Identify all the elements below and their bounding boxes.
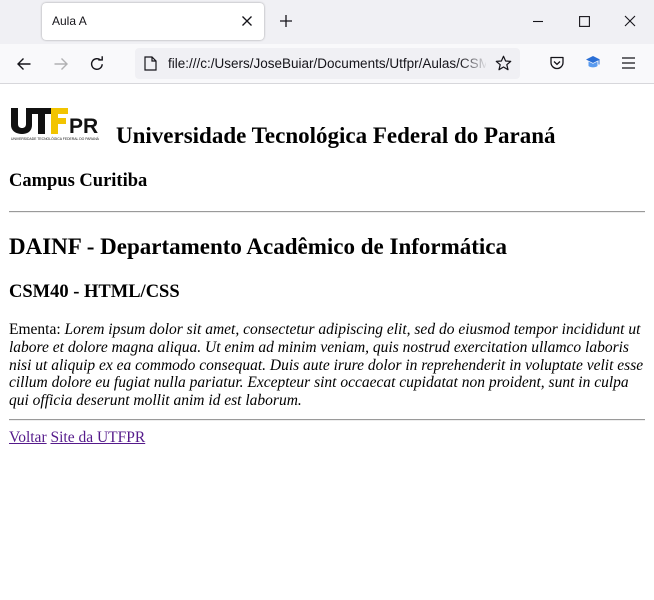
footer-links: Voltar Site da UTFPR (9, 429, 145, 447)
minimize-icon[interactable] (532, 15, 544, 27)
url-text[interactable]: file:///c:/Users/JoseBuiar/Documents/Utf… (168, 56, 486, 72)
back-arrow-icon[interactable] (16, 56, 32, 72)
page-icon (144, 56, 157, 71)
tab-bar: Aula A (0, 0, 654, 44)
ementa-text: Lorem ipsum dolor sit amet, consectetur … (9, 321, 644, 410)
page-content: PR UNIVERSIDADE TECNOLÓGICA FEDERAL DO P… (0, 85, 654, 600)
window-close-icon[interactable] (624, 15, 636, 27)
browser-tab[interactable]: Aula A (42, 3, 264, 40)
hamburger-menu-icon[interactable] (621, 56, 636, 70)
extension-icon[interactable] (584, 54, 602, 72)
close-icon[interactable] (241, 15, 253, 27)
forward-arrow-icon[interactable] (53, 56, 69, 72)
tab-title: Aula A (52, 14, 87, 28)
navigation-bar: file:///c:/Users/JoseBuiar/Documents/Utf… (0, 44, 654, 84)
pocket-icon[interactable] (549, 55, 565, 71)
divider (9, 419, 645, 421)
maximize-icon[interactable] (579, 16, 590, 27)
utfpr-logo: PR UNIVERSIDADE TECNOLÓGICA FEDERAL DO P… (11, 108, 100, 141)
voltar-link[interactable]: Voltar (9, 429, 47, 446)
ementa-label: Ementa: (9, 321, 61, 338)
url-bar[interactable]: file:///c:/Users/JoseBuiar/Documents/Utf… (135, 48, 520, 79)
svg-text:UNIVERSIDADE TECNOLÓGICA FEDER: UNIVERSIDADE TECNOLÓGICA FEDERAL DO PARA… (11, 136, 100, 141)
department-heading: DAINF - Departamento Acadêmico de Inform… (9, 234, 508, 259)
utfpr-site-link[interactable]: Site da UTFPR (50, 429, 145, 446)
campus-heading: Campus Curitiba (9, 171, 148, 191)
star-icon[interactable] (495, 55, 512, 72)
divider (9, 211, 645, 213)
course-heading: CSM40 - HTML/CSS (9, 282, 180, 302)
svg-text:PR: PR (69, 115, 98, 138)
ementa-paragraph: Ementa: Lorem ipsum dolor sit amet, cons… (9, 321, 649, 410)
url-fade (460, 54, 488, 74)
reload-icon[interactable] (89, 56, 105, 72)
university-heading: Universidade Tecnológica Federal do Para… (116, 123, 556, 148)
plus-icon[interactable] (279, 14, 293, 28)
